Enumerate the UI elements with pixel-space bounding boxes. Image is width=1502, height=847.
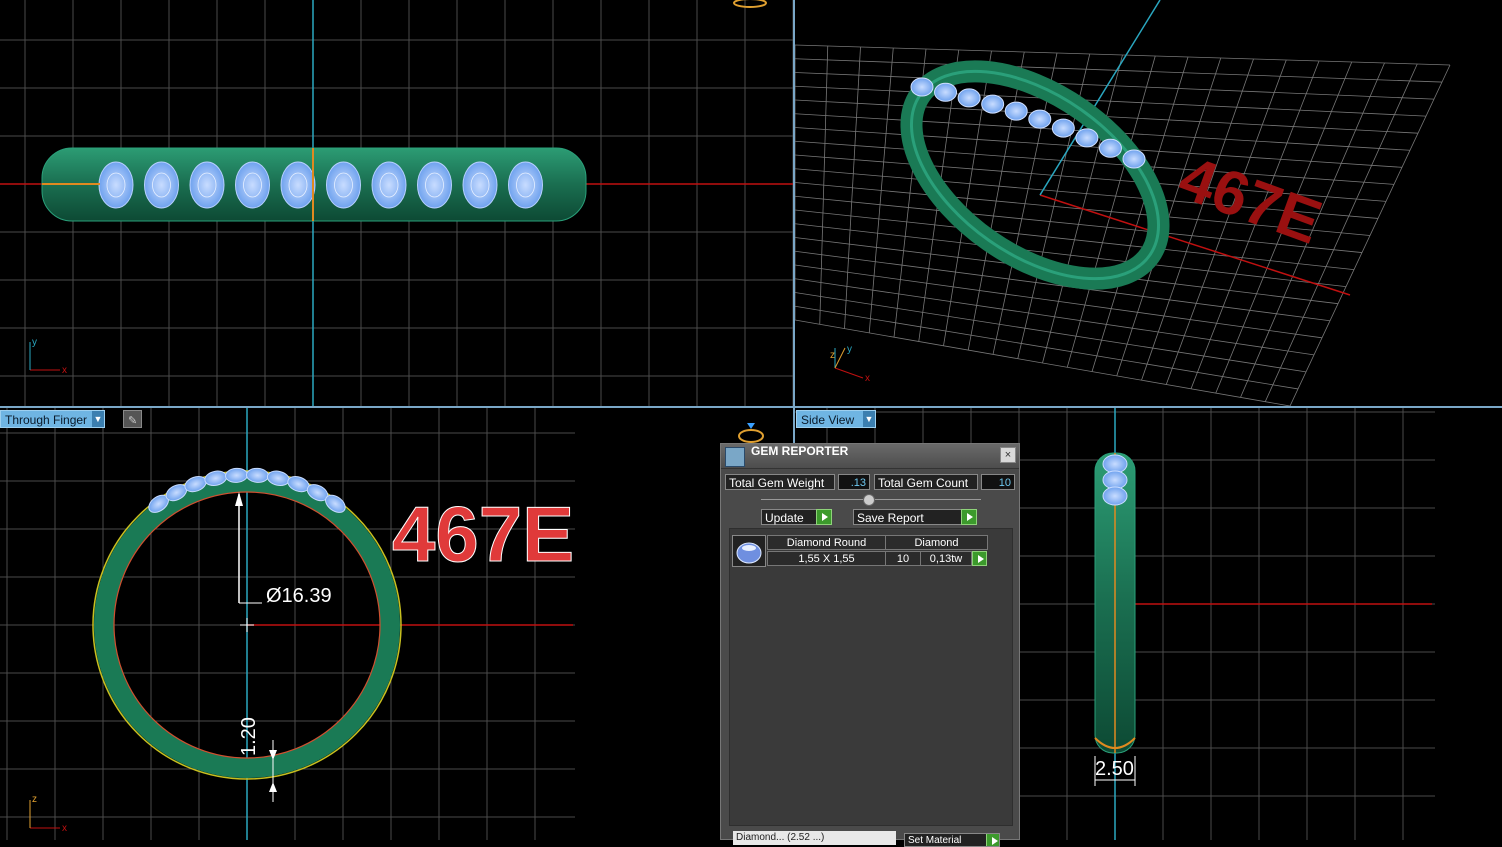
svg-text:x: x — [62, 365, 67, 376]
gem-shape-cell[interactable]: Diamond Round — [767, 535, 886, 550]
axis-indicator-tl: x y — [29, 337, 67, 376]
through-finger-canvas: x z 467E — [0, 408, 575, 840]
set-material-button[interactable]: Set Material — [904, 833, 1000, 847]
diamond-round-icon[interactable] — [732, 535, 766, 567]
perspective-canvas: 467E x y z — [795, 0, 1451, 406]
total-gem-weight-value[interactable]: .13 — [838, 474, 870, 490]
axis-indicator-bl: x z — [29, 794, 67, 834]
chevron-down-icon[interactable]: ▼ — [92, 411, 104, 427]
svg-text:x: x — [865, 373, 870, 384]
thickness-dimension: 1.20 — [238, 717, 260, 756]
pencil-icon: ✎ — [128, 415, 138, 427]
gem-front — [371, 161, 407, 209]
total-gem-count-label: Total Gem Count — [874, 474, 978, 490]
svg-text:x: x — [62, 823, 67, 834]
viewport-divider-horizontal[interactable] — [0, 406, 1502, 408]
gem-perspective — [934, 82, 958, 102]
close-button[interactable]: × — [1000, 447, 1016, 463]
gem-side — [1102, 470, 1128, 490]
total-gem-weight-label: Total Gem Weight — [725, 474, 835, 490]
play-icon[interactable] — [986, 834, 999, 846]
close-icon: × — [1004, 449, 1012, 461]
ring-icon — [735, 421, 767, 443]
gem-perspective — [957, 88, 981, 108]
gem-front — [144, 161, 179, 209]
gem-perspective — [1051, 118, 1075, 138]
gem-weight-cell[interactable]: 0,13tw — [920, 551, 972, 566]
gem-reporter-icon — [725, 447, 745, 467]
viewport-label-side-view[interactable]: Side View ▼ — [796, 410, 876, 428]
gem-perspective — [1075, 128, 1099, 148]
gem-perspective — [1122, 149, 1146, 169]
gem-perspective — [1098, 138, 1122, 158]
gem-list[interactable]: Diamond Round Diamond 1,55 X 1,55 10 0,1… — [729, 528, 1013, 826]
viewport-top-front[interactable]: x y — [0, 0, 793, 406]
gem-front — [280, 161, 316, 209]
svg-text:y: y — [847, 344, 852, 355]
gem-reporter-panel[interactable]: GEM REPORTER × Total Gem Weight .13 Tota… — [720, 443, 1020, 847]
engraving-text-perspective: 467E — [1170, 143, 1330, 257]
svg-text:z: z — [32, 794, 37, 805]
save-report-button[interactable]: Save Report — [853, 509, 977, 525]
play-icon[interactable] — [972, 551, 987, 566]
gem-perspective — [1004, 101, 1028, 121]
gem-front — [508, 161, 543, 209]
update-button[interactable]: Update — [761, 509, 832, 525]
gem-front — [326, 161, 361, 209]
gem-count-cell[interactable]: 10 — [885, 551, 921, 566]
gem-perspective — [1028, 109, 1052, 129]
gem-size-cell[interactable]: 1,55 X 1,55 — [767, 551, 886, 566]
diameter-dimension: Ø16.39 — [266, 585, 332, 607]
chevron-down-icon[interactable]: ▼ — [863, 411, 875, 427]
gem-reporter-titlebar[interactable]: GEM REPORTER × — [721, 444, 1019, 469]
gem-side — [1102, 454, 1128, 474]
gem-perspective — [910, 77, 934, 97]
viewport-label-through-finger[interactable]: Through Finger ▼ — [0, 410, 105, 428]
svg-text:z: z — [830, 350, 835, 361]
gem-material-cell[interactable]: Diamond — [885, 535, 988, 550]
total-gem-count-value[interactable]: 10 — [981, 474, 1015, 490]
gem-reporter-title: GEM REPORTER — [751, 444, 849, 458]
play-icon[interactable] — [816, 509, 832, 525]
viewport-settings-button[interactable]: ✎ — [123, 410, 142, 428]
viewport-perspective[interactable]: 467E x y z — [795, 0, 1502, 406]
viewport-through-finger[interactable]: x z 467E Ø16.39 1.20 — [0, 408, 793, 840]
gem-front — [98, 161, 134, 209]
play-icon[interactable] — [961, 509, 977, 525]
front-view-canvas: x y — [0, 0, 793, 406]
axis-indicator-tr: x y z — [830, 344, 870, 384]
collapse-handle-icon[interactable] — [863, 494, 875, 506]
width-dimension: 2.50 — [1095, 758, 1134, 780]
engraving-text: 467E — [392, 490, 574, 578]
gem-marker-icon — [733, 0, 767, 8]
gem-front — [189, 161, 225, 209]
gem-side — [1102, 486, 1128, 506]
gem-front — [417, 161, 452, 209]
gem-perspective — [981, 94, 1005, 114]
svg-text:y: y — [32, 337, 37, 348]
gem-front — [235, 161, 270, 209]
gem-type-dropdown[interactable]: Diamond... (2.52 ...) — [733, 831, 896, 845]
gem-front — [462, 161, 498, 209]
